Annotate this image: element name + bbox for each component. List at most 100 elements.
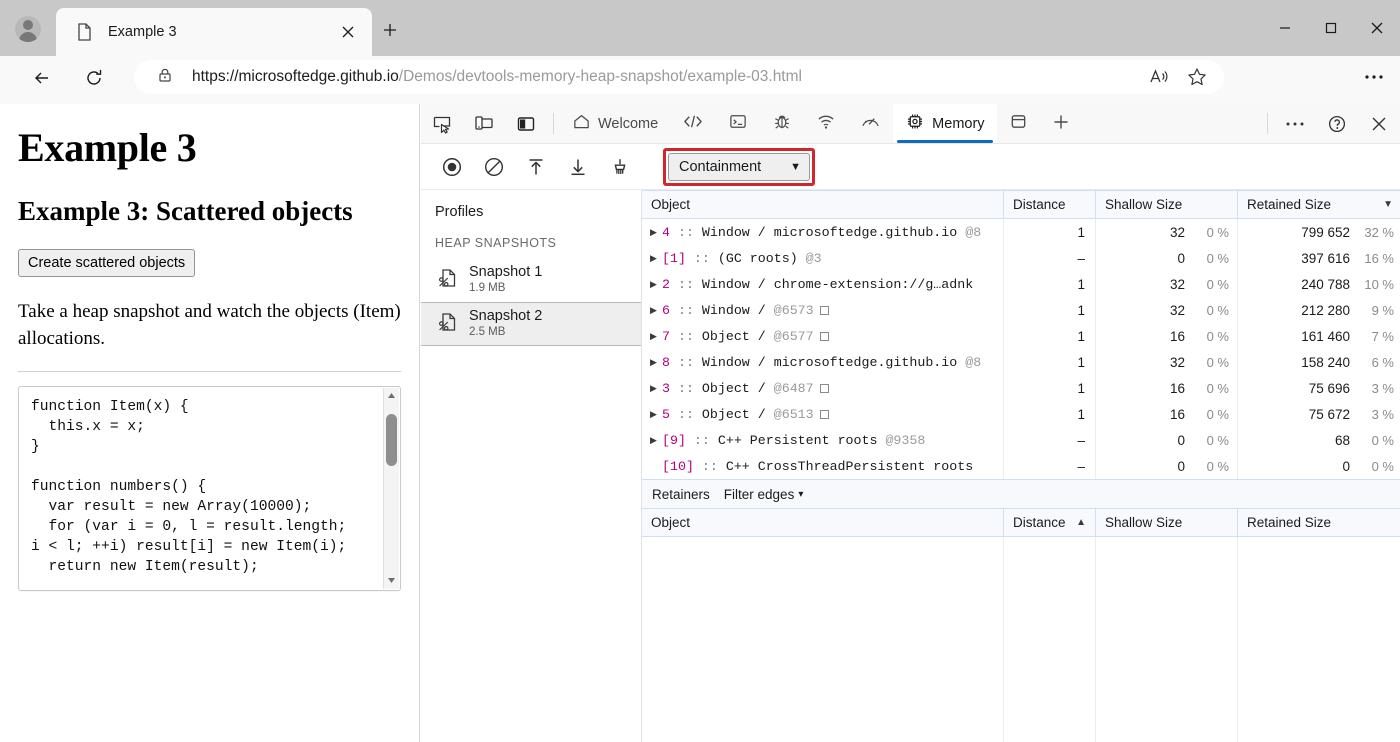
profile-button[interactable] — [8, 14, 48, 44]
collect-garbage-icon[interactable] — [599, 150, 641, 184]
column-header-object[interactable]: Object — [642, 191, 1004, 218]
object-preview-icon[interactable] — [819, 331, 829, 341]
cell-object: ▶ 4 :: Window / microsoftedge.github.io @… — [642, 219, 1004, 245]
column-header-distance[interactable]: Distance — [1004, 191, 1096, 218]
object-node-id: @6577 — [765, 328, 814, 344]
browser-settings-button[interactable] — [1358, 62, 1390, 92]
dock-side-icon[interactable] — [505, 104, 547, 143]
table-row[interactable]: ▶ [1] :: (GC roots) @3 – 0 0 % 397 616 16 % — [642, 245, 1400, 271]
url-host: https://microsoftedge.github.io — [192, 68, 399, 85]
column-header-shallow-size[interactable]: Shallow Size — [1096, 191, 1238, 218]
read-aloud-icon[interactable] — [1144, 62, 1174, 92]
object-preview-icon[interactable] — [819, 305, 829, 315]
shallow-size-value: 32 — [1169, 302, 1185, 318]
devtools-tab-welcome[interactable]: Welcome — [560, 104, 670, 143]
devtools-tab-network[interactable] — [804, 104, 848, 143]
table-row[interactable]: ▶ 7 :: Object / @6577 1 16 0 % 161 460 7 % — [642, 323, 1400, 349]
object-node-id: @8 — [957, 224, 982, 240]
close-window-button[interactable] — [1354, 0, 1400, 56]
retainers-column-header-retained-size[interactable]: Retained Size — [1238, 509, 1400, 536]
reload-button[interactable] — [78, 62, 110, 94]
create-scattered-objects-button[interactable]: Create scattered objects — [18, 249, 196, 278]
devtools-tab-console[interactable] — [716, 104, 760, 143]
shallow-size-percent: 0 % — [1206, 458, 1229, 474]
expand-triangle-icon[interactable]: ▶ — [650, 305, 662, 316]
shallow-size-value: 32 — [1169, 354, 1185, 370]
cell-object: ▶ [1] :: (GC roots) @3 — [642, 245, 1004, 271]
new-tab-button[interactable] — [374, 16, 406, 44]
record-icon[interactable] — [431, 150, 473, 184]
minimize-button[interactable] — [1262, 0, 1308, 56]
table-row[interactable]: ▶ 5 :: Object / @6513 1 16 0 % 75 672 3 % — [642, 401, 1400, 427]
close-devtools-icon[interactable] — [1358, 104, 1400, 143]
expand-triangle-icon[interactable]: ▶ — [650, 357, 662, 368]
table-row[interactable]: ▶ [9] :: C++ Persistent roots @9358–0 0 % 6… — [642, 427, 1400, 453]
column-header-retained-size[interactable]: Retained Size ▼ — [1238, 191, 1400, 218]
view-select[interactable]: Containment ▼ — [668, 152, 810, 181]
snapshot-size: 1.9 MB — [469, 281, 506, 294]
more-tools-button[interactable] — [1040, 104, 1082, 143]
close-tab-icon[interactable] — [334, 18, 362, 46]
table-row[interactable]: ▶ 6 :: Window / @6573 1 32 0 % 212 280 9 % — [642, 297, 1400, 323]
object-label: 8 :: Window / microsoftedge.github.io @8 — [662, 355, 981, 370]
sort-descending-icon: ▼ — [1383, 199, 1393, 210]
snapshot-item-1[interactable]: Snapshot 1 1.9 MB — [421, 258, 641, 302]
expand-triangle-icon[interactable]: ▶ — [650, 279, 662, 290]
scroll-down-arrow-icon[interactable] — [384, 573, 399, 589]
snapshot-item-2[interactable]: Snapshot 2 2.5 MB — [421, 302, 641, 346]
cell-shallow-size: 32 0 % — [1096, 349, 1238, 375]
retained-size-percent: 32 % — [1364, 224, 1394, 240]
devtools-tab-memory[interactable]: Memory — [893, 104, 997, 143]
shallow-size-value: 16 — [1169, 328, 1185, 344]
object-node-id: @3 — [797, 250, 822, 266]
table-row[interactable]: ▶ 8 :: Window / microsoftedge.github.io @… — [642, 349, 1400, 375]
table-row[interactable]: ▶ 3 :: Object / @6487 1 16 0 % 75 696 3 % — [642, 375, 1400, 401]
distance-value: 1 — [1077, 328, 1085, 344]
retainers-column-header-distance[interactable]: Distance ▲ — [1004, 509, 1096, 536]
code-scrollbar[interactable] — [383, 387, 399, 589]
back-button[interactable] — [26, 62, 58, 94]
load-profile-icon[interactable] — [515, 150, 557, 184]
table-row[interactable]: ▶ 2 :: Window / chrome-extension://g…adnk… — [642, 271, 1400, 297]
browser-tab[interactable]: Example 3 — [56, 8, 372, 56]
expand-triangle-icon[interactable]: ▶ — [650, 253, 662, 264]
object-preview-icon[interactable] — [819, 383, 829, 393]
devtools-tab-debugger[interactable] — [760, 104, 804, 143]
memory-chip-icon — [905, 112, 925, 135]
shallow-size-value: 0 — [1177, 458, 1185, 474]
network-icon — [816, 112, 836, 135]
scrollbar-thumb[interactable] — [386, 413, 397, 466]
star-icon[interactable] — [1182, 62, 1212, 92]
clear-icon[interactable] — [473, 150, 515, 184]
distance-value: – — [1077, 458, 1085, 474]
table-row[interactable]: ▶ 4 :: Window / microsoftedge.github.io @… — [642, 219, 1400, 245]
expand-triangle-icon[interactable]: ▶ — [650, 409, 662, 420]
filter-edges-button[interactable]: Filter edges ▾ — [724, 487, 804, 502]
expand-triangle-icon[interactable]: ▶ — [650, 331, 662, 342]
devtools-tab-application[interactable] — [997, 104, 1040, 143]
retainers-column-header-shallow-size[interactable]: Shallow Size — [1096, 509, 1238, 536]
devtools-tab-performance[interactable] — [848, 104, 893, 143]
retained-size-value: 68 — [1334, 432, 1350, 448]
more-options-icon[interactable] — [1274, 104, 1316, 143]
retained-size-value: 397 616 — [1301, 250, 1350, 266]
device-emulation-icon[interactable] — [463, 104, 505, 143]
object-preview-icon[interactable] — [819, 409, 829, 419]
devtools-tab-elements[interactable] — [670, 104, 716, 143]
object-label: [10] :: C++ CrossThreadPersistent roots — [662, 459, 973, 474]
expand-triangle-icon[interactable]: ▶ — [650, 383, 662, 394]
help-icon[interactable] — [1316, 104, 1358, 143]
code-block[interactable]: function Item(x) { this.x = x; } functio… — [18, 385, 401, 591]
table-row[interactable]: ▶[10] :: C++ CrossThreadPersistent roots… — [642, 453, 1400, 479]
maximize-button[interactable] — [1308, 0, 1354, 56]
save-profile-icon[interactable] — [557, 150, 599, 184]
address-bar[interactable]: https://microsoftedge.github.io/Demos/de… — [134, 60, 1224, 94]
expand-triangle-icon[interactable]: ▶ — [650, 435, 662, 446]
scroll-up-arrow-icon[interactable] — [384, 388, 399, 404]
debugger-icon — [772, 112, 792, 135]
expand-triangle-icon[interactable]: ▶ — [650, 227, 662, 238]
object-title: C++ Persistent roots — [717, 432, 878, 448]
inspect-element-icon[interactable] — [421, 104, 463, 143]
retainers-column-header-object[interactable]: Object — [642, 509, 1004, 536]
chevron-down-icon: ▼ — [790, 160, 801, 173]
